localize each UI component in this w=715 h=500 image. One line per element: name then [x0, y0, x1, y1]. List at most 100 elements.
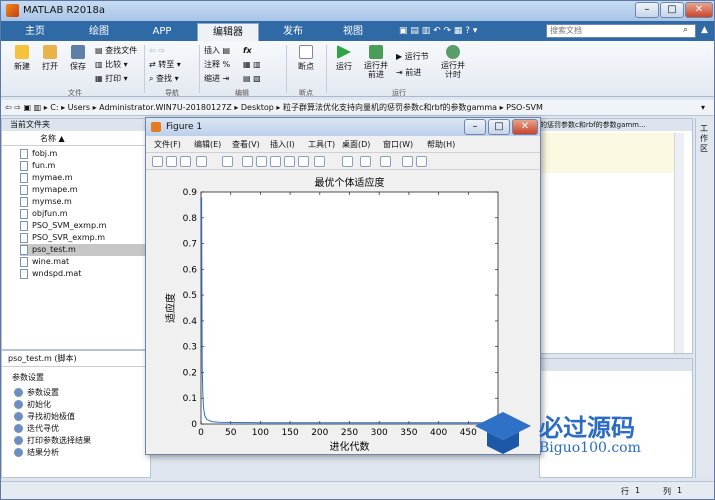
run-section-button[interactable]: ▶ 运行节: [396, 51, 429, 63]
name-column-header[interactable]: 名称 ▲: [2, 132, 150, 146]
new-figure-icon[interactable]: [152, 156, 163, 167]
file-item[interactable]: mymape.m: [20, 184, 150, 196]
figure-menu-item[interactable]: 编辑(E): [194, 139, 221, 150]
details-item[interactable]: 迭代寻优: [14, 423, 59, 435]
figure-menu-item[interactable]: 工具(T): [308, 139, 335, 150]
y-tick-label: 0.6: [183, 265, 198, 275]
details-item[interactable]: 寻找初始极值: [14, 411, 75, 423]
file-item[interactable]: objfun.m: [20, 208, 150, 220]
file-item[interactable]: PSO_SVR_exmp.m: [20, 232, 150, 244]
zoom-out-icon[interactable]: [256, 156, 267, 167]
figure-close-button[interactable]: ✕: [512, 119, 538, 135]
back-forward-icons[interactable]: ⇦ ⇨: [149, 45, 165, 57]
find-file-button[interactable]: ▤ 查找文件: [95, 45, 137, 57]
advance-icon: ⇥: [396, 68, 406, 77]
nav-arrows-icon[interactable]: ⇦ ⇨ ▣ ▥: [1, 103, 44, 112]
open-button[interactable]: 打开: [37, 45, 63, 72]
figure-toolbar: [146, 152, 540, 170]
y-tick-label: 0.8: [183, 214, 198, 224]
print-icon[interactable]: [196, 156, 207, 167]
workspace-label[interactable]: 工作区: [700, 124, 710, 154]
watermark-logo: 必过源码 Biguo100.com: [473, 404, 693, 464]
file-item[interactable]: wine.mat: [20, 256, 150, 268]
format-icons[interactable]: ▦ ▥: [243, 59, 261, 71]
figure-menu-item[interactable]: 帮助(H): [427, 139, 455, 150]
figure-menu-item[interactable]: 查看(V): [232, 139, 260, 150]
tab-publish[interactable]: 发布: [265, 23, 321, 41]
row-value: 1: [635, 486, 641, 495]
tab-plots[interactable]: 绘图: [71, 23, 127, 41]
file-item[interactable]: PSO_SVM_exmp.m: [20, 220, 150, 232]
file-item[interactable]: fobj.m: [20, 148, 150, 160]
file-section-label: 文件: [68, 89, 82, 97]
details-item[interactable]: 结果分析: [14, 447, 59, 459]
print-button[interactable]: ▦ 打印 ▾: [95, 73, 128, 85]
figure-menu-item[interactable]: 文件(F): [154, 139, 181, 150]
bp-section-label: 断点: [299, 89, 313, 97]
file-item[interactable]: fun.m: [20, 160, 150, 172]
ribbon-tabs: 主页 绘图 APP 编辑器 发布 视图 ▣ ▤ ▥ ↶ ↷ ▦ ? ▾ 搜索文档…: [1, 21, 714, 41]
app-title: MATLAB R2018a: [23, 5, 106, 16]
figure-minimize-button[interactable]: –: [464, 119, 486, 135]
details-item[interactable]: 参数设置: [14, 387, 59, 399]
file-item[interactable]: mymse.m: [20, 196, 150, 208]
find-button[interactable]: ⌕ 查找 ▾: [149, 73, 179, 85]
search-icon[interactable]: ⌕: [683, 25, 688, 35]
section-icon: [14, 412, 23, 421]
goto-button[interactable]: ⇄ 转至 ▾: [149, 59, 181, 71]
indent-button[interactable]: 缩进 ⇥: [204, 73, 229, 85]
file-item[interactable]: wndspd.mat: [20, 268, 150, 280]
figure-menu-item[interactable]: 插入(I): [270, 139, 295, 150]
details-item[interactable]: 初始化: [14, 399, 51, 411]
open-icon[interactable]: [166, 156, 177, 167]
search-input[interactable]: 搜索文档: [546, 24, 696, 38]
tab-apps[interactable]: APP: [135, 23, 189, 41]
comment-button[interactable]: 注释 %: [204, 59, 230, 71]
pan-icon[interactable]: [270, 156, 281, 167]
compare-button[interactable]: ▥ 比较 ▾: [95, 59, 128, 71]
file-item[interactable]: pso_test.m: [20, 244, 150, 256]
run-time-button[interactable]: 运行并 计时: [439, 45, 467, 79]
breakpoints-button[interactable]: 断点: [291, 45, 321, 72]
minimize-button[interactable]: –: [635, 2, 659, 18]
rotate-icon[interactable]: [284, 156, 295, 167]
colorbar-icon[interactable]: [360, 156, 371, 167]
maximize-button[interactable]: □: [660, 2, 684, 18]
show-plot-icon[interactable]: [416, 156, 427, 167]
collapse-ribbon-icon[interactable]: ▲: [701, 25, 708, 35]
path-dropdown-icon[interactable]: ▾: [701, 100, 705, 115]
timer-icon: [446, 45, 460, 59]
editor-tab[interactable]: 的惩罚参数c和rbf的参数gamm...: [540, 119, 692, 131]
brush-icon[interactable]: [314, 156, 325, 167]
zoom-in-icon[interactable]: [242, 156, 253, 167]
legend-icon[interactable]: [380, 156, 391, 167]
tab-editor[interactable]: 编辑器: [197, 23, 259, 41]
run-section-icon: ▶: [396, 52, 405, 61]
tab-view[interactable]: 视图: [325, 23, 381, 41]
link-icon[interactable]: [342, 156, 353, 167]
quick-access-icons[interactable]: ▣ ▤ ▥ ↶ ↷ ▦ ? ▾: [399, 26, 477, 36]
new-button[interactable]: 新建: [9, 45, 35, 72]
run-advance-button[interactable]: 运行并 前进: [361, 45, 391, 79]
advance-button[interactable]: ⇥ 前进: [396, 67, 421, 79]
data-cursor-icon[interactable]: [298, 156, 309, 167]
figure-maximize-button[interactable]: □: [488, 119, 510, 135]
close-button[interactable]: ✕: [685, 2, 713, 18]
indent-icons[interactable]: ▤ ▧: [243, 73, 261, 85]
insert-button[interactable]: 插入 ▤: [204, 45, 230, 57]
file-item[interactable]: mymae.m: [20, 172, 150, 184]
hide-plot-icon[interactable]: [402, 156, 413, 167]
details-item[interactable]: 打印参数选择结果: [14, 435, 91, 447]
pointer-icon[interactable]: [222, 156, 233, 167]
x-axis-label: 进化代数: [330, 440, 370, 453]
run-button[interactable]: 运行: [331, 45, 357, 72]
folder-path[interactable]: ▸ C: ▸ Users ▸ Administrator.WIN7U-20180…: [44, 103, 543, 112]
save-icon[interactable]: [180, 156, 191, 167]
x-tick-label: 400: [430, 428, 447, 438]
figure-menu-item[interactable]: 窗口(W): [383, 139, 413, 150]
tab-home[interactable]: 主页: [7, 23, 63, 41]
fx-button[interactable]: fx: [243, 45, 252, 57]
save-button[interactable]: 保存: [65, 45, 91, 72]
editor-scrollbar[interactable]: [674, 133, 684, 353]
figure-menu-item[interactable]: 桌面(D): [342, 139, 370, 150]
